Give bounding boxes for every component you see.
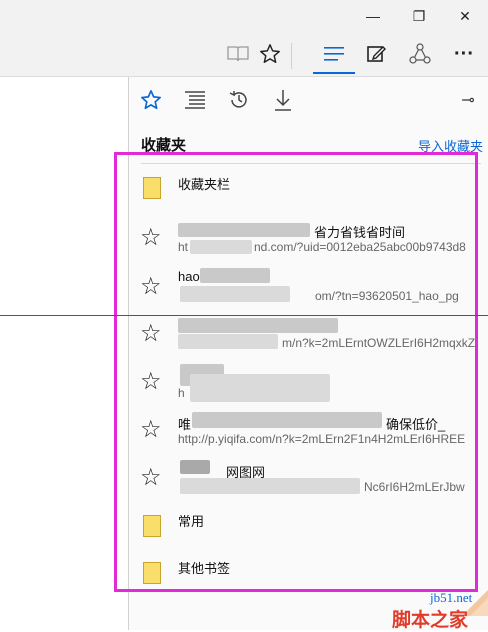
watermark-brand: 脚本之家 [392,610,469,631]
share-icon [409,43,431,64]
pen-icon [367,46,386,62]
more-button[interactable]: ··· [444,32,484,76]
hub-icon [324,47,344,61]
web-note-button[interactable] [356,32,396,76]
pin-icon: ⊸ [461,92,475,109]
hub-button[interactable] [314,32,354,76]
star-icon [260,44,280,63]
add-favorite-button[interactable] [250,32,290,76]
browser-toolbar: ··· [0,32,488,77]
star-icon [141,90,161,110]
more-icon: ··· [454,42,474,65]
history-tab[interactable] [223,84,255,116]
highlight-box [114,152,478,592]
reading-view-icon [227,46,249,62]
reading-list-tab[interactable] [179,84,211,116]
red-guide-line [0,315,488,316]
minimize-button[interactable]: — [350,0,396,32]
pin-pane-button[interactable]: ⊸ [452,84,484,116]
title-bar: — ❐ ✕ [0,0,488,32]
watermark-site: jb51.net [430,590,473,605]
page-content [0,77,128,630]
hub-active-indicator [313,72,355,74]
restore-button[interactable]: ❐ [396,0,442,32]
toolbar-divider [291,43,292,69]
history-icon [229,91,247,108]
close-button[interactable]: ✕ [442,0,488,32]
favorites-tab[interactable] [135,84,167,116]
share-button[interactable] [400,32,440,76]
download-icon [275,90,291,111]
reading-list-icon [185,91,205,109]
downloads-tab[interactable] [267,84,299,116]
